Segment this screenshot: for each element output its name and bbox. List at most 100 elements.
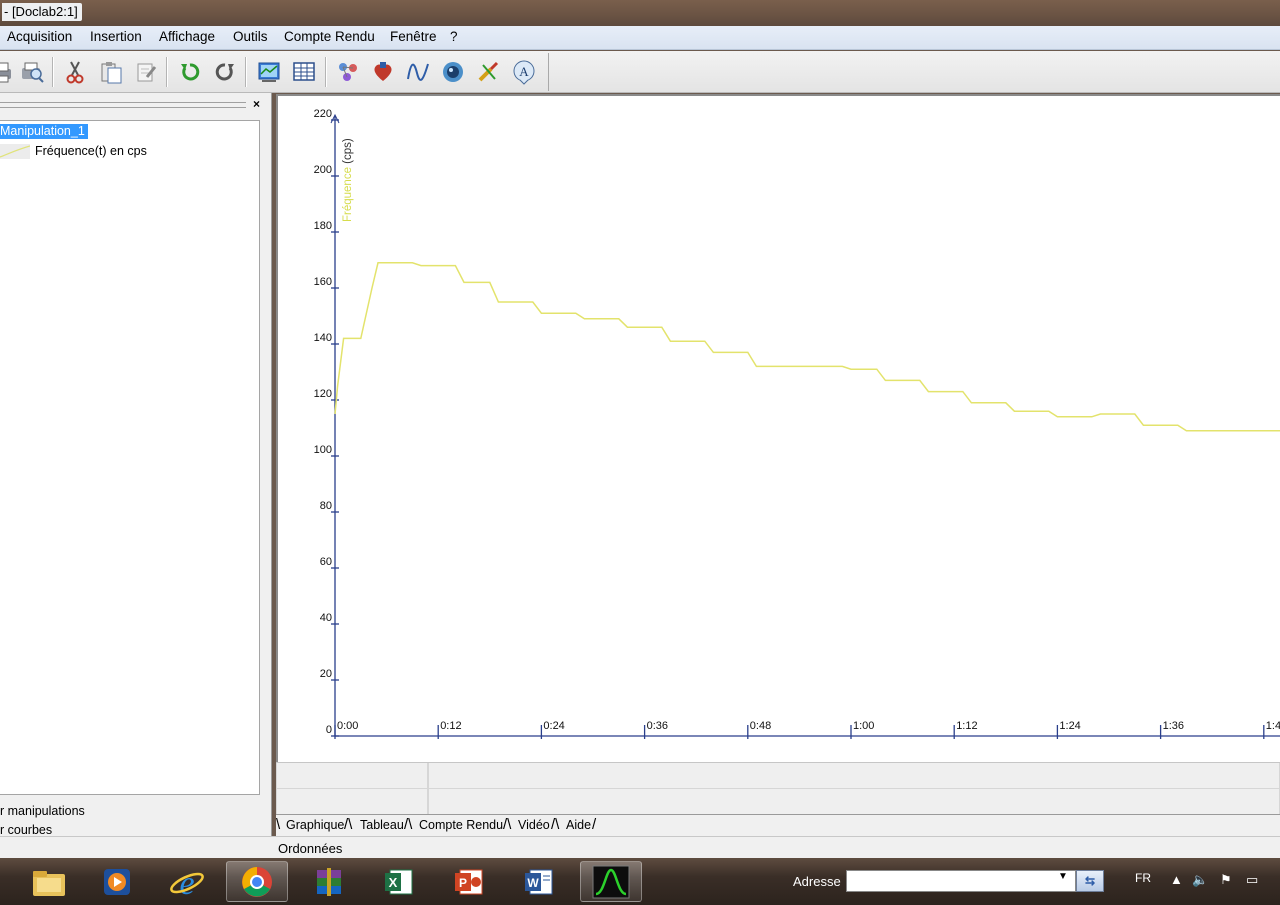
svg-text:W: W — [527, 876, 539, 890]
menu-acquisition[interactable]: Acquisition — [7, 29, 72, 44]
tab-divider: \ — [276, 816, 281, 833]
action-center-flag-icon[interactable]: ⚑ — [1220, 872, 1232, 888]
tab-divider: / — [592, 816, 597, 833]
menu-insertion[interactable]: Insertion — [90, 29, 142, 44]
curve-icon[interactable] — [404, 58, 432, 86]
tab-tableau[interactable]: Tableau — [360, 818, 404, 832]
x-tick-label: 0:24 — [543, 720, 564, 732]
info-cell — [428, 789, 1280, 815]
info-strip — [276, 762, 1280, 815]
y-tick-label: 100 — [314, 444, 332, 456]
y-tick-label: 140 — [314, 332, 332, 344]
address-input[interactable] — [846, 870, 1076, 892]
redo-icon[interactable] — [211, 58, 239, 86]
text-icon[interactable]: A — [510, 58, 538, 86]
toolbar: A — [0, 51, 1280, 93]
heart-icon[interactable] — [369, 58, 397, 86]
volume-icon[interactable]: 🔈 — [1192, 872, 1208, 888]
tab-divider: /\ — [503, 816, 512, 833]
chrome-icon[interactable] — [226, 861, 288, 902]
manipulations-link[interactable]: r manipulations — [0, 804, 85, 818]
tab-graphique[interactable]: Graphique — [286, 818, 344, 832]
y-tick-label: 20 — [320, 668, 332, 680]
clear-icon[interactable] — [132, 58, 160, 86]
tab-aide[interactable]: Aide — [566, 818, 591, 832]
y-tick-label: 60 — [320, 556, 332, 568]
excel-icon[interactable]: X — [368, 861, 430, 902]
x-tick-label: 1:4 — [1266, 720, 1280, 732]
print-preview-icon[interactable] — [18, 58, 46, 86]
camera-icon[interactable] — [439, 58, 467, 86]
address-go-button[interactable]: ⇆ — [1076, 870, 1104, 892]
info-cell — [276, 763, 428, 789]
address-label: Adresse — [793, 874, 841, 889]
graph-view[interactable]: 0 20 40 60 80 100 120 140 160 180 200 220 0:00 0:12 0… — [276, 94, 1280, 762]
panel-grip — [0, 102, 246, 108]
tree-item-manipulation[interactable]: Manipulation_1 — [0, 124, 88, 139]
x-tick-label: 0:00 — [337, 720, 358, 732]
chart-svg: 0 20 40 60 80 100 120 140 160 180 200 220 0:00 0:12 0… — [314, 108, 1280, 739]
language-indicator[interactable]: FR — [1135, 871, 1151, 885]
cut-icon[interactable] — [61, 58, 89, 86]
manipulations-panel: × Manipulation_1 Fréquence(t) en cps r m… — [0, 93, 272, 857]
x-tick-label: 0:36 — [647, 720, 668, 732]
sensors-icon[interactable] — [334, 58, 362, 86]
undo-icon[interactable] — [176, 58, 204, 86]
file-explorer-icon[interactable] — [18, 861, 80, 902]
y-tick-label: 160 — [314, 276, 332, 288]
x-tick-label: 0:12 — [440, 720, 461, 732]
tab-divider: /\ — [404, 816, 413, 833]
svg-text:e: e — [179, 865, 194, 899]
y-tick-label: 220 — [314, 108, 332, 120]
curve-swatch — [0, 144, 31, 159]
word-icon[interactable]: W — [508, 861, 570, 902]
winrar-icon[interactable] — [298, 861, 360, 902]
svg-text:X: X — [389, 875, 398, 890]
toolbar-grip — [548, 53, 549, 91]
print-icon[interactable] — [0, 58, 16, 86]
address-dropdown-icon[interactable]: ▼ — [1058, 871, 1068, 882]
powerpoint-icon[interactable]: P — [438, 861, 500, 902]
toolbar-separator — [166, 57, 168, 87]
series-line — [334, 262, 1280, 432]
y-tick-label: 40 — [320, 612, 332, 624]
close-panel-icon[interactable]: × — [249, 97, 264, 112]
x-tick-label: 0:48 — [750, 720, 771, 732]
x-tick-label: 1:24 — [1059, 720, 1080, 732]
x-tick-label: 1:12 — [956, 720, 977, 732]
taskbar: e X P W Adresse ▼ ⇆ FR ▲ 🔈 ⚑ ▭ — [0, 858, 1280, 905]
menubar: Acquisition Insertion Affichage Outils C… — [0, 26, 1280, 50]
tree-item-curve[interactable]: Fréquence(t) en cps — [0, 143, 240, 161]
show-hidden-icons-icon[interactable]: ▲ — [1170, 872, 1183, 887]
curve-label: Fréquence(t) en cps — [35, 144, 147, 158]
menu-fenetre[interactable]: Fenêtre — [390, 29, 437, 44]
toolbar-separator — [52, 57, 54, 87]
network-icon[interactable]: ▭ — [1246, 872, 1258, 888]
table-view-icon[interactable] — [290, 58, 318, 86]
y-tick-label: 0 — [326, 724, 332, 736]
tab-compte-rendu[interactable]: Compte Rendu — [419, 818, 503, 832]
menu-compte-rendu[interactable]: Compte Rendu — [284, 29, 375, 44]
y-axis-label: Fréquence (cps) — [342, 138, 354, 222]
toolbar-separator — [245, 57, 247, 87]
y-tick-label: 180 — [314, 220, 332, 232]
y-tick-label: 80 — [320, 500, 332, 512]
graph-view-icon[interactable] — [255, 58, 283, 86]
window-titlebar: - [Doclab2:1] — [0, 0, 1280, 26]
courbes-link[interactable]: r courbes — [0, 823, 52, 837]
internet-explorer-icon[interactable]: e — [156, 861, 218, 902]
paste-icon[interactable] — [97, 58, 125, 86]
info-cell — [428, 763, 1280, 789]
x-tick-label: 1:36 — [1163, 720, 1184, 732]
window-title: - [Doclab2:1] — [2, 3, 82, 21]
tools-icon[interactable] — [474, 58, 502, 86]
doclab-icon[interactable] — [580, 861, 642, 902]
tab-video[interactable]: Vidéo — [518, 818, 550, 832]
menu-outils[interactable]: Outils — [233, 29, 268, 44]
svg-text:P: P — [459, 876, 467, 890]
menu-help[interactable]: ? — [450, 29, 458, 44]
status-bar: Ordonnées — [0, 836, 1280, 858]
media-player-icon[interactable] — [86, 861, 148, 902]
menu-affichage[interactable]: Affichage — [159, 29, 215, 44]
manipulation-tree: Manipulation_1 Fréquence(t) en cps — [0, 120, 260, 795]
